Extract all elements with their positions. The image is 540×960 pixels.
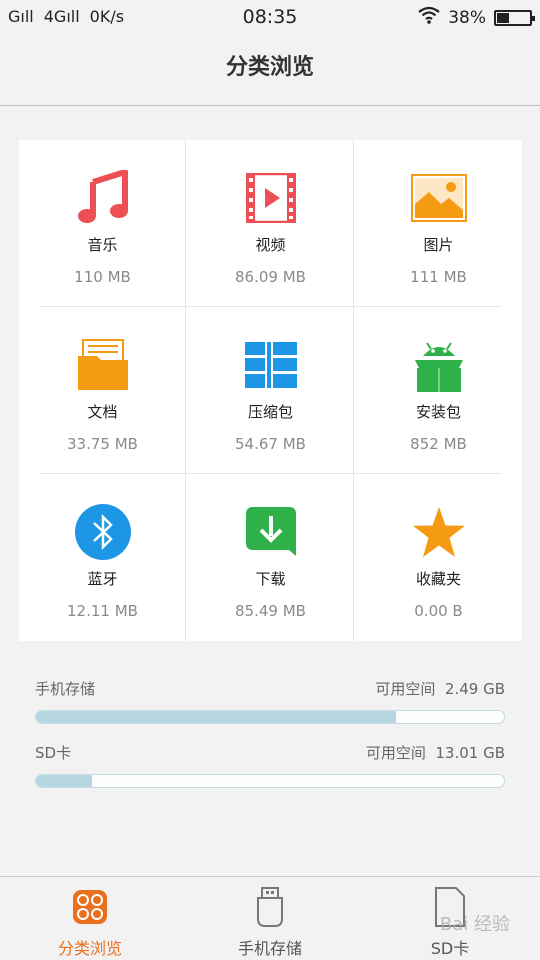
category-grid: 音乐 110 MB 视频 86.09 MB 图片 111 MB 文档 33.75…	[19, 140, 522, 641]
battery-icon	[494, 9, 535, 26]
battery-level	[497, 12, 509, 23]
category-size: 852 MB	[410, 435, 467, 453]
app-header: 分类浏览	[0, 34, 540, 106]
phone-storage-info[interactable]: 手机存储 可用空间 2.49 GB	[35, 678, 505, 724]
category-favorites[interactable]: 收藏夹 0.00 B	[355, 474, 522, 641]
wifi-icon	[418, 6, 440, 29]
category-video[interactable]: 视频 86.09 MB	[187, 140, 354, 307]
star-icon	[409, 502, 469, 562]
storage-usage-fill	[36, 711, 397, 723]
category-apk[interactable]: 安装包 852 MB	[355, 307, 522, 474]
battery-percent: 38%	[448, 7, 486, 28]
picture-icon	[409, 168, 469, 228]
tab-label: 手机存储	[237, 939, 302, 958]
category-label: 视频	[255, 236, 286, 254]
sd-card-storage-info[interactable]: SD卡 可用空间 13.01 GB	[35, 742, 505, 788]
android-package-icon	[409, 335, 469, 395]
download-icon	[241, 502, 301, 562]
category-pictures[interactable]: 图片 111 MB	[355, 140, 522, 307]
category-music[interactable]: 音乐 110 MB	[19, 140, 186, 307]
storage-free-label: 可用空间	[365, 744, 426, 762]
archive-icon	[241, 335, 301, 395]
category-label: 安装包	[415, 403, 461, 421]
category-size: 0.00 B	[414, 602, 463, 620]
storage-usage-bar	[35, 774, 505, 788]
status-bar: Gıll 4Gıll 0K/s 08:35 38%	[0, 0, 540, 34]
category-label: 下载	[255, 570, 286, 588]
category-size: 111 MB	[410, 268, 467, 286]
category-size: 110 MB	[74, 268, 131, 286]
category-size: 54.67 MB	[235, 435, 306, 453]
phone-storage-icon	[250, 887, 290, 927]
storage-usage-bar	[35, 710, 505, 724]
storage-name: SD卡	[35, 744, 72, 762]
category-size: 12.11 MB	[67, 602, 138, 620]
tab-label: SD卡	[430, 939, 470, 958]
tab-phone-storage[interactable]: 手机存储	[180, 877, 360, 960]
baidu-watermark: Bai 经验	[439, 914, 510, 935]
tab-label: 分类浏览	[57, 939, 122, 958]
page-title: 分类浏览	[225, 55, 314, 80]
bottom-tab-bar: 分类浏览 手机存储 SD卡 Bai 经验	[0, 876, 540, 960]
storage-free-label: 可用空间	[375, 680, 436, 698]
video-film-icon	[241, 168, 301, 228]
category-label: 收藏夹	[415, 570, 461, 588]
category-size: 86.09 MB	[235, 268, 306, 286]
category-documents[interactable]: 文档 33.75 MB	[19, 307, 186, 474]
category-label: 压缩包	[247, 403, 293, 421]
category-size: 85.49 MB	[235, 602, 306, 620]
storage-name: 手机存储	[35, 680, 96, 698]
tab-category-browse[interactable]: 分类浏览	[0, 877, 180, 960]
category-label: 音乐	[87, 236, 118, 254]
storage-usage-fill	[36, 775, 93, 787]
storage-free-value: 2.49 GB	[444, 680, 505, 698]
category-label: 文档	[87, 403, 118, 421]
category-bluetooth[interactable]: 蓝牙 12.11 MB	[19, 474, 186, 641]
document-folder-icon	[73, 335, 133, 395]
music-note-icon	[73, 168, 133, 228]
bluetooth-icon	[73, 502, 133, 562]
category-grid-icon	[70, 887, 110, 927]
category-label: 图片	[423, 236, 454, 254]
category-size: 33.75 MB	[67, 435, 138, 453]
category-archives[interactable]: 压缩包 54.67 MB	[187, 307, 354, 474]
storage-free-value: 13.01 GB	[435, 744, 505, 762]
category-downloads[interactable]: 下载 85.49 MB	[187, 474, 354, 641]
category-label: 蓝牙	[87, 570, 118, 588]
